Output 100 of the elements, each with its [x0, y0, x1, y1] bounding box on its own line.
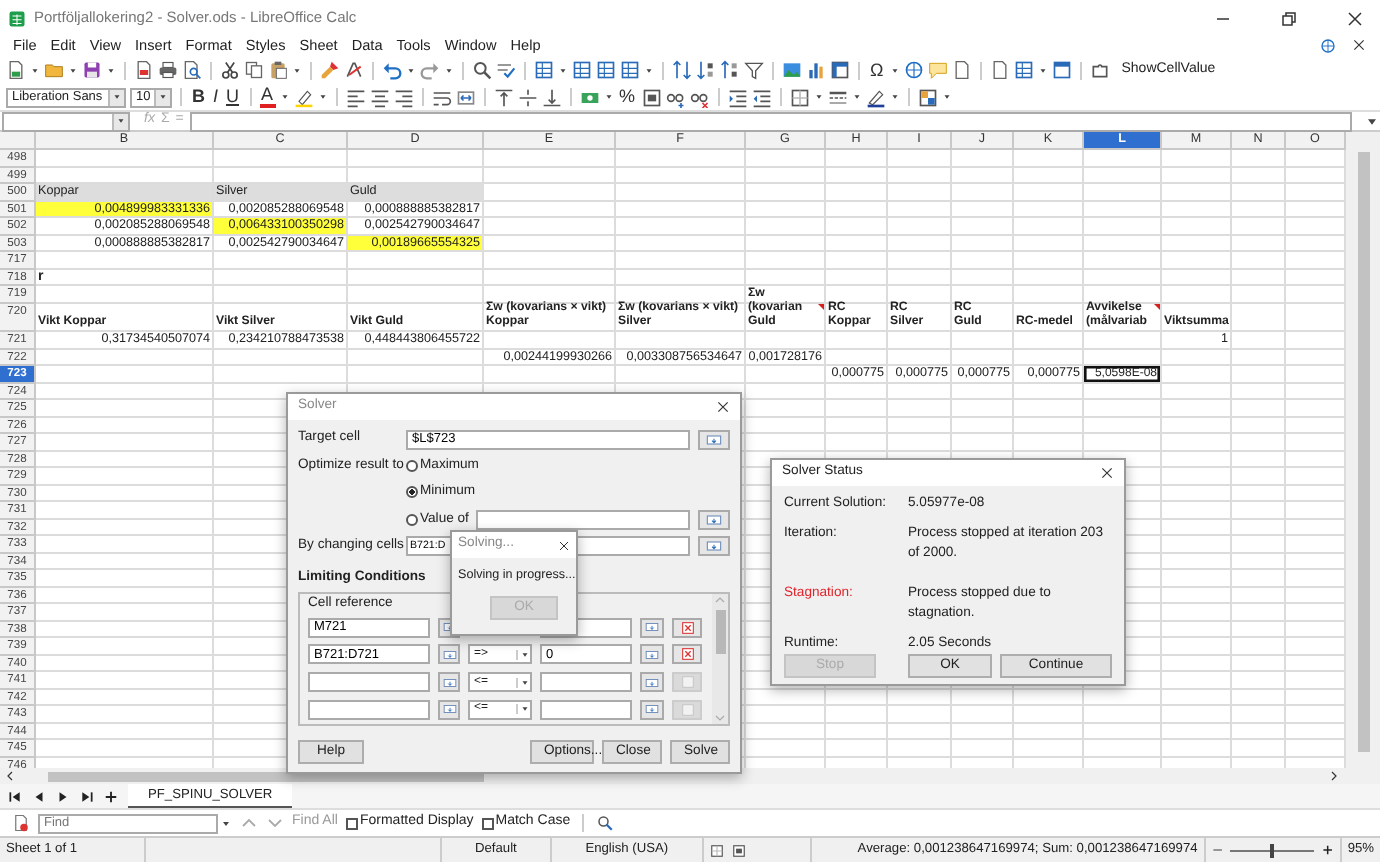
caret-icon[interactable] — [813, 92, 824, 102]
underline-button[interactable]: U — [224, 86, 242, 108]
selection-mode-icon[interactable] — [709, 843, 724, 857]
border-style-icon[interactable] — [827, 87, 848, 107]
value-field[interactable] — [540, 699, 632, 720]
caret-icon[interactable] — [889, 65, 900, 75]
table-grid-icon[interactable] — [1013, 60, 1034, 80]
first-sheet-icon[interactable] — [8, 789, 22, 803]
document-icon[interactable] — [951, 60, 972, 80]
formula-input-field[interactable] — [189, 111, 1352, 131]
banknote-icon[interactable] — [579, 87, 600, 107]
table-grid-icon[interactable] — [572, 60, 592, 80]
delete-button[interactable] — [672, 617, 702, 638]
bold-button[interactable]: B — [190, 86, 207, 108]
image-icon[interactable] — [782, 60, 802, 80]
list-scrollbar[interactable] — [712, 593, 728, 724]
close-find-bar-icon[interactable] — [12, 814, 30, 832]
clear-format-icon[interactable] — [344, 60, 364, 80]
restore-icon[interactable] — [1280, 9, 1298, 27]
scrollbar-thumb[interactable] — [715, 609, 725, 654]
shrink-button[interactable] — [640, 699, 664, 720]
percent-button[interactable]: % — [617, 86, 638, 108]
next-sheet-icon[interactable] — [56, 789, 70, 803]
document-icon[interactable] — [989, 60, 1010, 80]
caret-icon[interactable] — [30, 65, 40, 75]
caret-icon[interactable] — [889, 92, 900, 102]
align-right-icon[interactable] — [393, 87, 414, 107]
shrink-button[interactable] — [438, 699, 460, 720]
caret-icon[interactable] — [279, 92, 290, 102]
zoom-out-icon[interactable] — [1211, 844, 1223, 856]
close-icon[interactable] — [1346, 9, 1364, 27]
italic-button[interactable]: I — [211, 86, 221, 108]
wrap-text-icon[interactable] — [431, 87, 452, 107]
save-icon[interactable] — [82, 60, 102, 80]
align-left-icon[interactable] — [345, 87, 366, 107]
close-icon[interactable] — [1100, 466, 1114, 480]
shrink-button[interactable] — [640, 672, 664, 693]
globe-icon[interactable] — [903, 60, 924, 80]
printer-icon[interactable] — [158, 60, 178, 80]
align-bottom-icon[interactable] — [541, 87, 562, 107]
shrink-button[interactable] — [698, 429, 730, 449]
scrollbar-thumb[interactable] — [48, 771, 484, 781]
caret-icon[interactable] — [444, 65, 454, 75]
special-character-button[interactable]: Ω — [868, 59, 886, 81]
shrink-button[interactable] — [640, 617, 664, 638]
redo-icon[interactable] — [420, 60, 440, 80]
checkbox-icon[interactable] — [481, 817, 494, 829]
caret-icon[interactable] — [1037, 65, 1048, 75]
shrink-button[interactable] — [438, 672, 460, 693]
close-icon[interactable] — [558, 539, 570, 551]
paintbrush-icon[interactable] — [320, 60, 340, 80]
spellcheck-icon[interactable] — [496, 60, 516, 80]
caret-icon[interactable] — [106, 65, 116, 75]
caret-icon[interactable] — [292, 65, 302, 75]
print-preview-icon[interactable] — [182, 60, 202, 80]
filter-icon[interactable] — [744, 60, 764, 80]
previous-sheet-icon[interactable] — [32, 789, 46, 803]
checkbox-icon[interactable] — [345, 817, 358, 829]
sort-icon[interactable] — [672, 60, 692, 80]
search-icon[interactable] — [472, 60, 492, 80]
radio-indicator-icon[interactable] — [406, 459, 418, 472]
clipboard-icon[interactable] — [268, 60, 288, 80]
zoom-slider-thumb[interactable] — [1270, 843, 1275, 857]
outdent-icon[interactable] — [751, 87, 772, 107]
merge-cells-icon[interactable] — [455, 87, 476, 107]
globe-icon[interactable] — [1320, 38, 1336, 54]
caret-icon[interactable] — [317, 92, 328, 102]
window-icon[interactable] — [1051, 60, 1072, 80]
font-color-button[interactable]: A — [259, 86, 276, 108]
caret-icon[interactable] — [851, 92, 862, 102]
cell-reference-field[interactable] — [308, 672, 430, 693]
table-grid-icon[interactable] — [620, 60, 640, 80]
sort-ascending-icon[interactable] — [696, 60, 716, 80]
delete-button[interactable] — [672, 644, 702, 665]
table-grid-icon[interactable] — [534, 60, 554, 80]
caret-icon[interactable] — [644, 65, 654, 75]
zoom-in-icon[interactable] — [1322, 844, 1334, 856]
undo-icon[interactable] — [382, 60, 402, 80]
caret-icon[interactable] — [220, 817, 232, 829]
bar-chart-icon[interactable] — [806, 60, 826, 80]
caret-icon[interactable] — [558, 65, 568, 75]
shrink-button[interactable] — [698, 536, 730, 556]
radio-indicator-icon[interactable] — [406, 486, 418, 499]
cell-reference-field[interactable] — [308, 699, 430, 720]
value-field[interactable] — [540, 672, 632, 693]
scroll-left-icon[interactable] — [4, 770, 16, 782]
table-grid-icon[interactable] — [596, 60, 616, 80]
shrink-button[interactable] — [640, 644, 664, 665]
border-color-icon[interactable] — [865, 87, 886, 107]
sort-descending-icon[interactable] — [720, 60, 740, 80]
close-icon[interactable] — [1352, 38, 1366, 52]
scissors-icon[interactable] — [220, 60, 240, 80]
scroll-right-icon[interactable] — [1328, 770, 1340, 782]
borders-icon[interactable] — [789, 87, 810, 107]
caret-icon[interactable] — [941, 92, 952, 102]
indent-icon[interactable] — [727, 87, 748, 107]
new-document-icon[interactable] — [6, 60, 26, 80]
caret-icon[interactable] — [68, 65, 78, 75]
caret-icon[interactable] — [603, 92, 614, 102]
conditional-format-icon[interactable] — [917, 87, 938, 107]
